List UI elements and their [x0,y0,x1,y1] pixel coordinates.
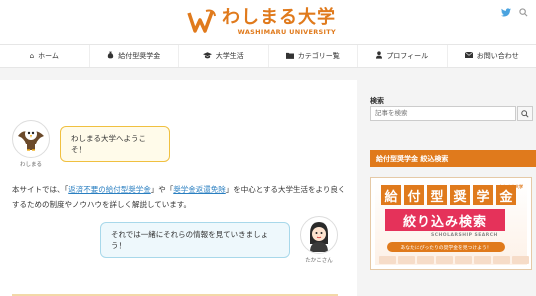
woman-avatar [300,216,338,254]
nav-item-label: プロフィール [386,52,429,60]
global-nav: ⌂ ホーム 給付型奨学金 大学生活 カテゴリー覧 プロフィール お問い合わせ [0,44,536,68]
speech-bubble: それでは一緒にそれらの情報を見ていきましょう！ [100,222,290,258]
folder-icon [285,52,294,61]
nav-item-contact[interactable]: お問い合わせ [448,45,536,67]
nav-item-scholarship[interactable]: 給付型奨学金 [90,45,179,67]
speech-bubble: わしまる大学へようこそ！ [60,126,170,162]
avatar-name: たかこさん [305,258,333,264]
site-header: わしまる大学 WASHIMARU UNIVERSITY [0,0,536,44]
nav-item-home[interactable]: ⌂ ホーム [0,45,90,67]
nav-item-label: カテゴリー覧 [297,52,340,60]
intro-paragraph: 本サイトでは、「返済不要の給付型奨学金」や「奨学金返還免除」を中心とする大学生活… [12,182,352,212]
home-icon: ⌂ [29,52,35,60]
banner-title-char: 奨 [450,185,470,205]
banner-title: 給 付 型 奨 学 金 [381,185,516,205]
speech-balloon-1: わしまる わしまる大学へようこそ！ [12,120,170,168]
person-icon [376,51,383,61]
envelope-icon [464,51,473,60]
search-button[interactable] [517,106,533,121]
link-repayment-exemption[interactable]: 奨学金返還免除 [173,185,226,194]
nav-item-categories[interactable]: カテゴリー覧 [269,45,358,67]
search-icon[interactable] [519,8,528,20]
widget-title: 給付型奨学金 絞込検索 [370,150,536,167]
nav-item-label: ホーム [38,52,59,60]
nav-item-label: お問い合わせ [476,52,519,60]
nav-item-label: 大学生活 [215,52,244,60]
search-widget-label: 検索 [370,97,384,105]
banner-title-char: 型 [427,185,447,205]
intro-text: 本サイトでは、「 [12,185,69,194]
scholarship-search-banner[interactable]: わしまる大学 給 付 型 奨 学 金 絞り込み検索 SCHOLARSHIP SE… [370,177,532,270]
graduation-cap-icon [202,51,212,61]
search-input[interactable] [370,106,516,121]
banner-footer: あなたにぴったりの奨学金を見つけよう！ [387,242,505,252]
banner-subtitle: 絞り込み検索 [385,209,505,231]
nav-item-campus-life[interactable]: 大学生活 [179,45,269,67]
avatar-name: わしまる [19,162,42,168]
nav-item-profile[interactable]: プロフィール [358,45,448,67]
bubble-text: わしまる大学へようこそ！ [71,134,146,154]
logo-subtitle: WASHIMARU UNIVERSITY [237,28,336,36]
banner-title-char: 学 [473,185,493,205]
eagle-avatar [12,120,50,158]
twitter-icon[interactable] [501,8,511,20]
site-logo[interactable]: わしまる大学 WASHIMARU UNIVERSITY [186,6,336,38]
money-bag-icon [107,51,114,61]
banner-en-text: SCHOLARSHIP SEARCH [431,233,498,238]
bubble-text: それでは一緒にそれらの情報を見ていきましょう！ [111,230,269,250]
logo-title: わしまる大学 [222,7,336,28]
intro-text: 」や「 [150,185,174,194]
banner-title-char: 給 [381,185,401,205]
search-icon [521,109,529,118]
logo-mark-icon [186,8,216,36]
speech-balloon-2: それでは一緒にそれらの情報を見ていきましょう！ たかこさん [100,216,338,264]
main-content: わしまる わしまる大学へようこそ！ 本サイトでは、「返済不要の給付型奨学金」や「… [0,80,357,296]
banner-title-char: 金 [496,185,516,205]
banner-title-char: 付 [404,185,424,205]
banner-pattern [379,256,529,266]
nav-item-label: 給付型奨学金 [118,52,161,60]
link-scholarship[interactable]: 返済不要の給付型奨学金 [68,185,151,194]
